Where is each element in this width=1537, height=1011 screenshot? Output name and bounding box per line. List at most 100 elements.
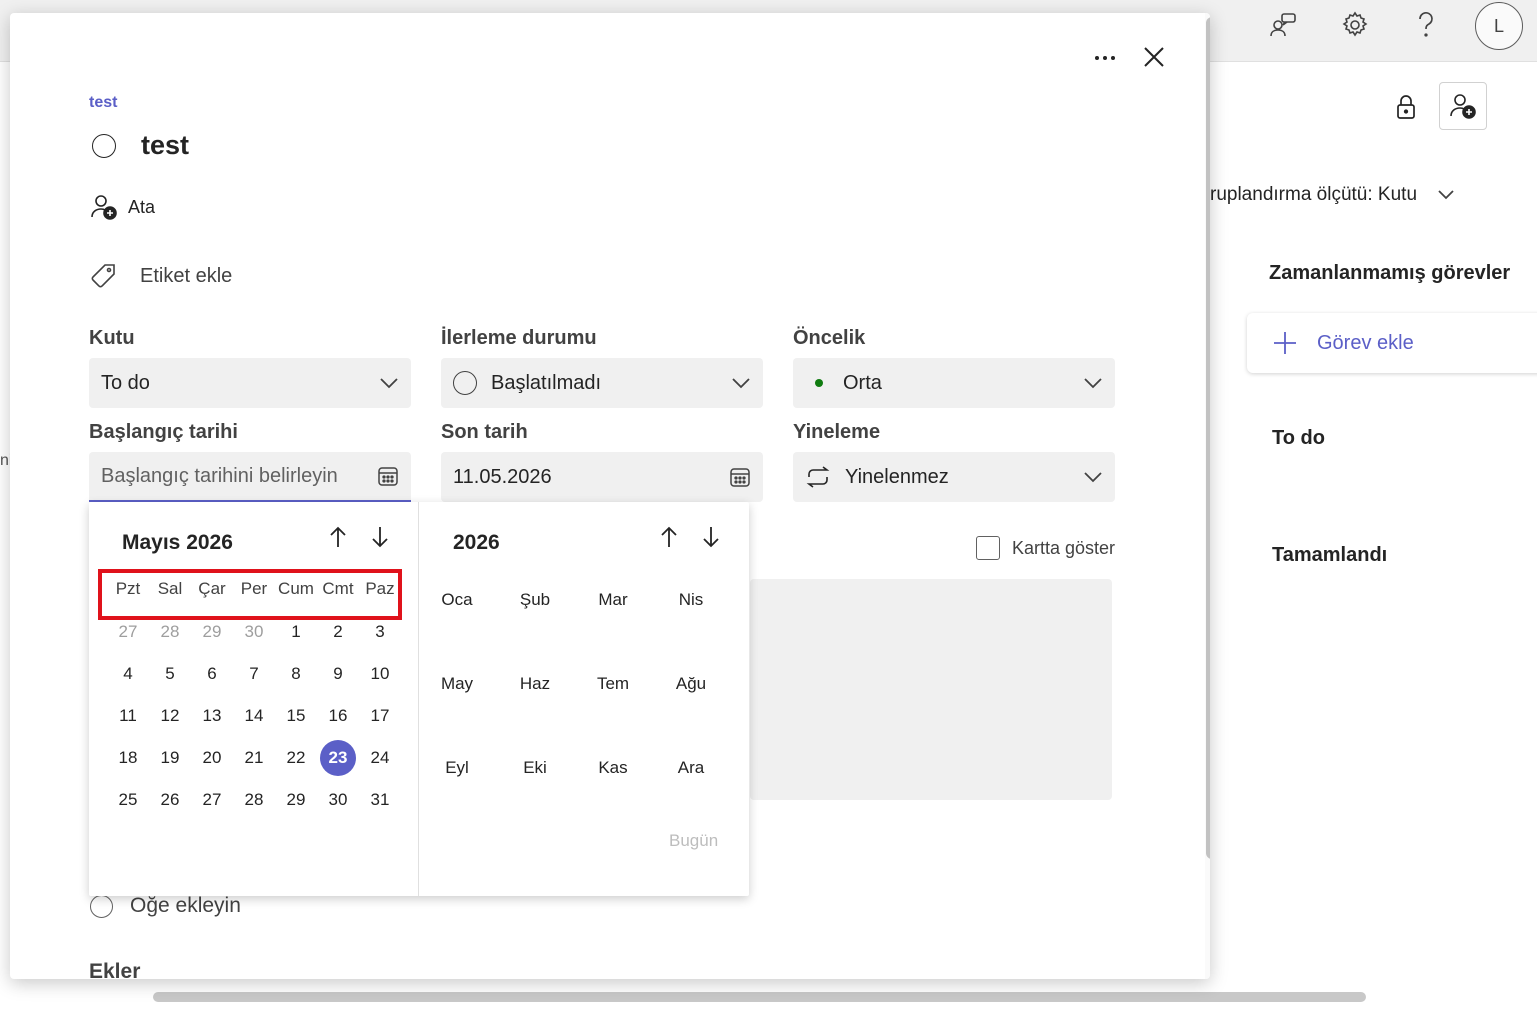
user-avatar[interactable]: L	[1475, 2, 1523, 50]
due-date-value: 11.05.2026	[453, 465, 552, 488]
calendar-day[interactable]: 24	[362, 740, 398, 776]
progress-dropdown[interactable]: Başlatılmadı	[441, 358, 763, 408]
group-by-label: ruplandırma ölçütü: Kutu	[1210, 184, 1418, 205]
more-options-button[interactable]	[1090, 43, 1120, 73]
calendar-day[interactable]: 31	[362, 782, 398, 818]
checklist-circle-icon	[90, 894, 113, 918]
checkbox-box[interactable]	[976, 536, 1000, 560]
previous-month-button[interactable]	[323, 522, 353, 552]
calendar-day[interactable]: 5	[152, 656, 188, 692]
lock-icon[interactable]	[1385, 86, 1427, 128]
bucket-dropdown[interactable]: To do	[89, 358, 411, 408]
dialog-scrollbar[interactable]	[1205, 13, 1210, 979]
calendar-day[interactable]: 8	[278, 656, 314, 692]
calendar-day[interactable]: 2	[320, 614, 356, 650]
calendar-day[interactable]: 11	[110, 698, 146, 734]
month-cell[interactable]: Ara	[661, 750, 721, 786]
calendar-day[interactable]: 3	[362, 614, 398, 650]
month-cell[interactable]: Tem	[583, 666, 643, 702]
attachments-label: Ekler	[89, 960, 141, 979]
calendar-day[interactable]: 20	[194, 740, 230, 776]
calendar-day[interactable]: 13	[194, 698, 230, 734]
plan-link[interactable]: test	[89, 94, 117, 112]
chat-people-icon[interactable]	[1263, 5, 1303, 45]
scrollbar-thumb[interactable]	[1206, 17, 1210, 859]
date-picker-popup: Mayıs 2026 Pzt Sal Çar Per Cum Cmt Paz 2…	[89, 502, 749, 896]
month-cell[interactable]: Oca	[427, 582, 487, 618]
month-cell[interactable]: Ağu	[661, 666, 721, 702]
start-date-input[interactable]: Başlangıç tarihini belirleyin	[89, 452, 411, 502]
month-cell[interactable]: Nis	[661, 582, 721, 618]
chevron-down-icon	[380, 378, 398, 389]
chevron-down-icon	[1438, 190, 1454, 200]
month-cell[interactable]: Şub	[505, 582, 565, 618]
calendar-day[interactable]: 1	[278, 614, 314, 650]
complete-task-checkbox[interactable]	[92, 134, 116, 158]
month-cell[interactable]: May	[427, 666, 487, 702]
help-icon[interactable]	[1406, 5, 1446, 45]
month-year-header[interactable]: Mayıs 2026	[122, 531, 233, 555]
show-on-card-checkbox[interactable]: Kartta göster	[976, 536, 1115, 560]
calendar-day[interactable]: 14	[236, 698, 272, 734]
go-to-today-button[interactable]: Bugün	[669, 831, 718, 851]
calendar-icon	[730, 468, 750, 487]
calendar-day[interactable]: 10	[362, 656, 398, 692]
close-button[interactable]	[1138, 41, 1170, 73]
calendar-day[interactable]: 28	[236, 782, 272, 818]
calendar-day[interactable]: 22	[278, 740, 314, 776]
group-by-dropdown[interactable]: ruplandırma ölçütü: Kutu	[1210, 184, 1455, 206]
due-date-input[interactable]: 11.05.2026	[441, 452, 763, 502]
repeat-dropdown[interactable]: Yinelenmez	[793, 452, 1115, 502]
year-header[interactable]: 2026	[453, 531, 500, 555]
month-cell[interactable]: Mar	[583, 582, 643, 618]
settings-gear-icon[interactable]	[1335, 5, 1375, 45]
calendar-day[interactable]: 15	[278, 698, 314, 734]
calendar-day[interactable]: 30	[320, 782, 356, 818]
month-cell[interactable]: Kas	[583, 750, 643, 786]
priority-dropdown[interactable]: Orta	[793, 358, 1115, 408]
calendar-day[interactable]: 21	[236, 740, 272, 776]
calendar-day[interactable]: 26	[152, 782, 188, 818]
calendar-day[interactable]: 25	[110, 782, 146, 818]
calendar-day[interactable]: 18	[110, 740, 146, 776]
calendar-day[interactable]: 27	[110, 614, 146, 650]
close-icon	[1144, 47, 1164, 67]
person-add-icon	[91, 195, 117, 220]
calendar-day[interactable]: 12	[152, 698, 188, 734]
calendar-day-selected[interactable]: 23	[320, 740, 356, 776]
assign-button[interactable]: Ata	[90, 193, 155, 221]
month-cell[interactable]: Eyl	[427, 750, 487, 786]
add-member-button[interactable]	[1439, 82, 1487, 130]
calendar-day[interactable]: 9	[320, 656, 356, 692]
horizontal-scrollbar[interactable]	[153, 992, 1366, 1002]
calendar-day[interactable]: 28	[152, 614, 188, 650]
start-date-label: Başlangıç tarihi	[89, 421, 238, 443]
calendar-day[interactable]: 29	[278, 782, 314, 818]
next-year-button[interactable]	[696, 522, 726, 552]
day-grid-pane: Mayıs 2026 Pzt Sal Çar Per Cum Cmt Paz 2…	[89, 502, 419, 896]
progress-value: Başlatılmadı	[491, 371, 602, 394]
calendar-day[interactable]: 27	[194, 782, 230, 818]
add-label-button[interactable]: Etiket ekle	[90, 262, 232, 290]
calendar-day[interactable]: 29	[194, 614, 230, 650]
calendar-day[interactable]: 30	[236, 614, 272, 650]
calendar-day[interactable]: 19	[152, 740, 188, 776]
task-title[interactable]: test	[141, 130, 189, 161]
previous-year-button[interactable]	[654, 522, 684, 552]
notes-textarea[interactable]	[750, 579, 1112, 800]
next-month-button[interactable]	[365, 522, 395, 552]
avatar-initial: L	[1493, 15, 1504, 36]
add-task-button[interactable]: Görev ekle	[1247, 313, 1537, 373]
calendar-day[interactable]: 7	[236, 656, 272, 692]
priority-label: Öncelik	[793, 327, 866, 349]
calendar-day[interactable]: 6	[194, 656, 230, 692]
add-checklist-item[interactable]: Öğe ekleyin	[90, 894, 241, 918]
arrow-down-icon	[703, 527, 719, 548]
month-cell[interactable]: Haz	[505, 666, 565, 702]
month-grid-pane: 2026 Oca Şub Mar Nis May Haz Tem Ağu Eyl Eki Kas Ar…	[420, 502, 749, 896]
calendar-day[interactable]: 17	[362, 698, 398, 734]
calendar-day[interactable]: 4	[110, 656, 146, 692]
calendar-day[interactable]: 16	[320, 698, 356, 734]
month-cell[interactable]: Eki	[505, 750, 565, 786]
chevron-down-icon	[1084, 472, 1102, 483]
